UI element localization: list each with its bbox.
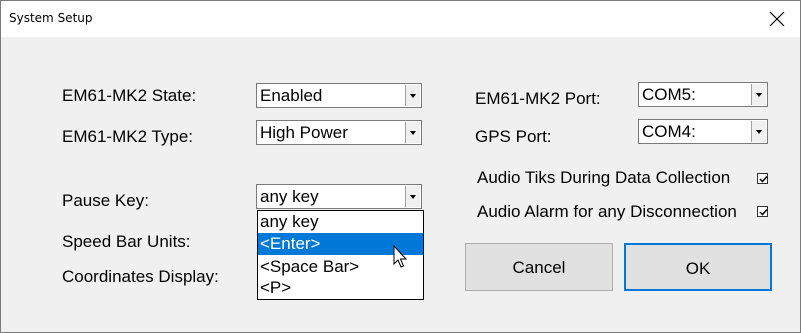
chevron-down-icon[interactable] xyxy=(405,122,420,143)
pause-key-label: Pause Key: xyxy=(62,191,149,210)
close-icon xyxy=(769,11,785,27)
em61-state-select[interactable]: Enabled xyxy=(256,83,422,108)
dropdown-option-any-key[interactable]: any key xyxy=(258,211,423,233)
gps-port-value: COM4: xyxy=(642,122,696,141)
checkmark-icon xyxy=(759,175,768,183)
em61-state-label: EM61-MK2 State: xyxy=(62,86,197,105)
chevron-down-icon[interactable] xyxy=(751,121,766,142)
title-bar[interactable]: System Setup xyxy=(1,1,800,37)
gps-port-select[interactable]: COM4: xyxy=(638,119,768,144)
close-button[interactable] xyxy=(754,1,800,37)
chevron-down-icon[interactable] xyxy=(405,186,420,207)
em61-port-select[interactable]: COM5: xyxy=(638,82,768,107)
em61-port-label: EM61-MK2 Port: xyxy=(475,89,601,108)
em61-type-label: EM61-MK2 Type: xyxy=(62,127,194,146)
pause-key-select[interactable]: any key xyxy=(256,184,422,209)
ok-button[interactable]: OK xyxy=(624,243,772,291)
audio-tiks-label: Audio Tiks During Data Collection xyxy=(477,168,731,187)
ok-button-label: OK xyxy=(685,259,711,278)
chevron-down-icon[interactable] xyxy=(405,85,420,106)
cancel-button-label: Cancel xyxy=(512,258,566,277)
mouse-cursor-icon xyxy=(393,245,407,268)
gps-port-label: GPS Port: xyxy=(475,127,552,146)
chevron-down-icon[interactable] xyxy=(751,84,766,105)
dropdown-option-p[interactable]: <P> xyxy=(258,277,423,299)
pause-key-value: any key xyxy=(260,187,319,206)
audio-tiks-checkbox[interactable] xyxy=(757,173,768,184)
window-title: System Setup xyxy=(9,11,93,25)
em61-port-value: COM5: xyxy=(642,85,696,104)
em61-type-value: High Power xyxy=(260,123,348,142)
audio-alarm-label: Audio Alarm for any Disconnection xyxy=(477,202,737,221)
cancel-button[interactable]: Cancel xyxy=(465,243,613,291)
em61-state-value: Enabled xyxy=(260,86,323,105)
checkmark-icon xyxy=(759,208,768,216)
audio-alarm-checkbox[interactable] xyxy=(757,206,768,217)
speed-bar-units-label: Speed Bar Units: xyxy=(62,232,191,251)
system-setup-dialog: System Setup EM61-MK2 State: EM61-MK2 Ty… xyxy=(0,0,801,333)
em61-type-select[interactable]: High Power xyxy=(256,120,422,145)
coordinates-display-label: Coordinates Display: xyxy=(62,267,219,286)
